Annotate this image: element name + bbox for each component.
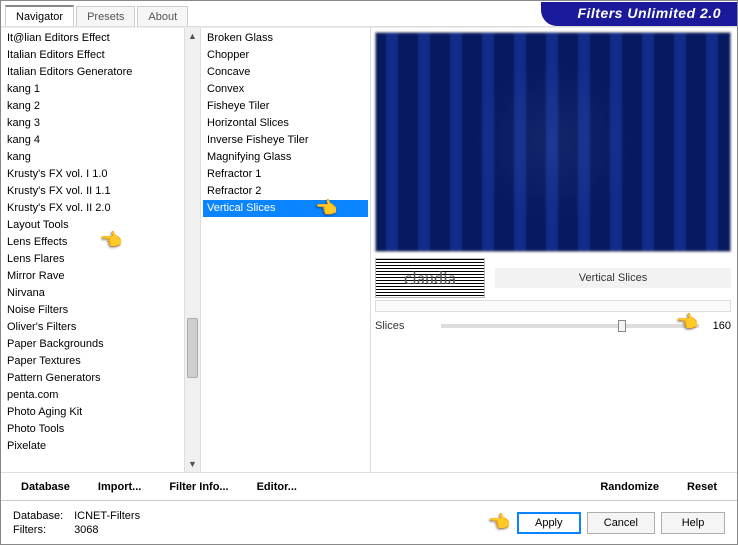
main-area: It@lian Editors EffectItalian Editors Ef… (1, 27, 737, 472)
list-item[interactable]: Lens Flares (3, 251, 198, 268)
tab-presets[interactable]: Presets (76, 6, 135, 26)
apply-button[interactable]: Apply (517, 512, 581, 534)
list-item[interactable]: Concave (203, 64, 368, 81)
brand-wrap: Filters Unlimited 2.0 (190, 1, 737, 26)
list-item[interactable]: Vertical Slices (203, 200, 368, 217)
scroll-up-icon[interactable]: ▲ (185, 28, 200, 44)
filter-info-button[interactable]: Filter Info... (155, 481, 242, 493)
category-scrollbar[interactable]: ▲ ▼ (184, 28, 200, 472)
logo-label: claudia (404, 268, 456, 289)
pointer-icon: 👉 (489, 512, 511, 533)
tab-strip: Navigator Presets About (1, 1, 190, 26)
scroll-down-icon[interactable]: ▼ (185, 456, 200, 472)
list-item[interactable]: Italian Editors Effect (3, 47, 198, 64)
list-item[interactable]: Krusty's FX vol. I 1.0 (3, 166, 198, 183)
list-item[interactable]: Pixelate (3, 438, 198, 455)
filters-count-label: Filters: (13, 523, 71, 537)
preview-header-row: claudia Vertical Slices (375, 258, 731, 298)
list-item[interactable]: Refractor 1 (203, 166, 368, 183)
preview-panel: claudia Vertical Slices Slices 160 👉 (371, 28, 737, 472)
list-item[interactable]: kang 2 (3, 98, 198, 115)
list-toolbar: Database Import... Filter Info... Editor… (1, 472, 737, 500)
app-window: Navigator Presets About Filters Unlimite… (0, 0, 738, 545)
list-item[interactable]: kang 4 (3, 132, 198, 149)
list-item[interactable]: Fisheye Tiler (203, 98, 368, 115)
category-list[interactable]: It@lian Editors EffectItalian Editors Ef… (1, 28, 200, 457)
product-brand: Filters Unlimited 2.0 (541, 2, 737, 26)
reset-button[interactable]: Reset (673, 481, 731, 493)
list-item[interactable]: kang 1 (3, 81, 198, 98)
list-item[interactable]: Horizontal Slices (203, 115, 368, 132)
tab-navigator[interactable]: Navigator (5, 5, 74, 26)
list-item[interactable]: Photo Tools (3, 421, 198, 438)
list-item[interactable]: Mirror Rave (3, 268, 198, 285)
tab-about[interactable]: About (137, 6, 188, 26)
editor-button[interactable]: Editor... (243, 481, 311, 493)
list-item[interactable]: Lens Effects (3, 234, 198, 251)
list-item[interactable]: Refractor 2 (203, 183, 368, 200)
filters-count-value: 3068 (74, 524, 98, 536)
list-item[interactable]: penta.com (3, 387, 198, 404)
filter-column: Broken GlassChopperConcaveConvexFisheye … (201, 28, 371, 472)
slider-value: 160 (705, 320, 731, 332)
dialog-buttons: 👉 Apply Cancel Help (517, 512, 725, 534)
cancel-button[interactable]: Cancel (587, 512, 655, 534)
db-info: Database: ICNET-Filters Filters: 3068 (13, 509, 140, 537)
list-item[interactable]: It@lian Editors Effect (3, 30, 198, 47)
slider-slices: Slices 160 👉 (375, 318, 731, 334)
import-button[interactable]: Import... (84, 481, 155, 493)
list-item[interactable]: Krusty's FX vol. II 2.0 (3, 200, 198, 217)
database-button[interactable]: Database (7, 481, 84, 493)
progress-bar (375, 300, 731, 312)
preview-image (375, 32, 731, 252)
list-item[interactable]: Broken Glass (203, 30, 368, 47)
list-item[interactable]: Nirvana (3, 285, 198, 302)
help-button[interactable]: Help (661, 512, 725, 534)
list-item[interactable]: Photo Aging Kit (3, 404, 198, 421)
list-item[interactable]: kang (3, 149, 198, 166)
list-item[interactable]: Noise Filters (3, 302, 198, 319)
list-item[interactable]: Krusty's FX vol. II 1.1 (3, 183, 198, 200)
current-filter-title: Vertical Slices (495, 268, 731, 288)
list-item[interactable]: Chopper (203, 47, 368, 64)
filter-list[interactable]: Broken GlassChopperConcaveConvexFisheye … (201, 28, 370, 219)
pointer-icon: 👉 (677, 312, 699, 333)
db-value: ICNET-Filters (74, 510, 140, 522)
db-label: Database: (13, 509, 71, 523)
list-item[interactable]: Paper Backgrounds (3, 336, 198, 353)
slider-track[interactable] (441, 324, 699, 328)
list-item[interactable]: Inverse Fisheye Tiler (203, 132, 368, 149)
slider-label: Slices (375, 320, 435, 332)
source-thumbnail: claudia (375, 258, 485, 298)
list-item[interactable]: Pattern Generators (3, 370, 198, 387)
randomize-button[interactable]: Randomize (586, 481, 673, 493)
list-item[interactable]: Paper Textures (3, 353, 198, 370)
list-item[interactable]: Convex (203, 81, 368, 98)
scroll-thumb[interactable] (187, 318, 198, 378)
category-column: It@lian Editors EffectItalian Editors Ef… (1, 28, 201, 472)
list-item[interactable]: Layout Tools (3, 217, 198, 234)
slider-thumb[interactable] (618, 320, 626, 332)
footer: Database: ICNET-Filters Filters: 3068 👉 … (1, 500, 737, 544)
list-item[interactable]: Oliver's Filters (3, 319, 198, 336)
list-item[interactable]: Magnifying Glass (203, 149, 368, 166)
top-bar: Navigator Presets About Filters Unlimite… (1, 1, 737, 27)
list-item[interactable]: Italian Editors Generatore (3, 64, 198, 81)
list-item[interactable]: kang 3 (3, 115, 198, 132)
